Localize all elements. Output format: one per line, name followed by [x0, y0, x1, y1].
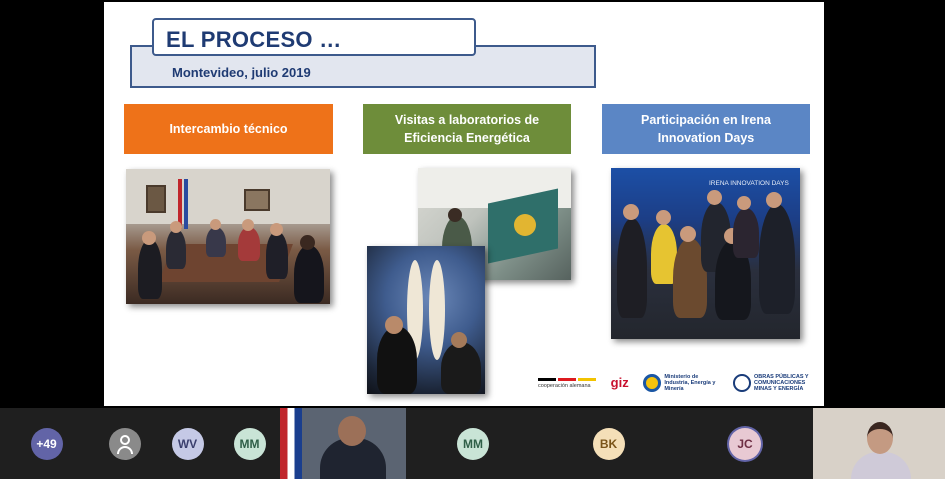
avatar: BK — [592, 427, 625, 460]
slide-title: EL PROCESO … — [166, 27, 342, 52]
meeting-window: Montevideo, julio 2019 EL PROCESO … Inte… — [0, 0, 945, 479]
ministerio-py-sub: MINAS Y ENERGÍA — [753, 386, 804, 392]
avatar: MM — [233, 427, 266, 460]
participant-video[interactable] — [813, 408, 945, 479]
category-visitas: Visitas a laboratorios de Eficiencia Ene… — [363, 104, 571, 154]
ministerio-uy-label: Ministerio de Industria, Energía y Miner… — [664, 374, 716, 392]
participant-tile-active[interactable]: JC — [677, 408, 813, 479]
participant-tile[interactable]: WV — [156, 408, 219, 479]
giz-logo: giz — [610, 375, 629, 390]
more-participants-badge[interactable]: +49 — [30, 427, 63, 460]
ministerio-py-label: OBRAS PÚBLICAS Y COMUNICACIONES — [753, 374, 809, 386]
category-irena: Participación en Irena Innovation Days — [602, 104, 810, 154]
uruguay-sun-icon — [643, 374, 662, 392]
participant-tile[interactable]: MM — [406, 408, 540, 479]
participant-tile[interactable]: MM — [219, 408, 280, 479]
lab-sphere-photo — [367, 246, 485, 394]
shared-slide: Montevideo, julio 2019 EL PROCESO … Inte… — [104, 2, 824, 406]
participant-tile[interactable] — [93, 408, 156, 479]
slide-subtitle: Montevideo, julio 2019 — [172, 65, 311, 80]
video-head — [867, 422, 893, 454]
video-person — [851, 452, 911, 479]
participant-tile[interactable]: BK — [540, 408, 677, 479]
ministerio-paraguay-logo: OBRAS PÚBLICAS Y COMUNICACIONES MINAS Y … — [732, 374, 820, 392]
giz-label: giz — [610, 375, 629, 390]
category-intercambio: Intercambio técnico — [124, 104, 333, 154]
paraguay-seal-icon — [732, 374, 751, 392]
flag-decoration — [280, 408, 302, 479]
participant-tile[interactable]: +49 — [0, 408, 93, 479]
avatar: JC — [729, 427, 761, 460]
title-box: EL PROCESO … — [152, 18, 476, 56]
video-head — [338, 416, 366, 446]
partner-logos: cooperación alemana giz Ministerio de In… — [538, 366, 820, 400]
meeting-photo — [126, 169, 330, 304]
cooperacion-alemana-logo: cooperación alemana — [538, 377, 596, 389]
ministerio-uruguay-logo: Ministerio de Industria, Energía y Miner… — [643, 374, 718, 392]
participant-gallery: +49 WV MM MM BK JC — [0, 408, 945, 479]
participant-video[interactable] — [280, 408, 406, 479]
avatar: MM — [457, 427, 489, 460]
irena-banner-text: IRENA INNOVATION DAYS — [709, 180, 789, 187]
person-icon — [108, 427, 141, 460]
irena-group-photo: IRENA INNOVATION DAYS — [611, 168, 800, 339]
avatar: WV — [171, 427, 204, 460]
cooperacion-label: cooperación alemana — [538, 382, 591, 389]
